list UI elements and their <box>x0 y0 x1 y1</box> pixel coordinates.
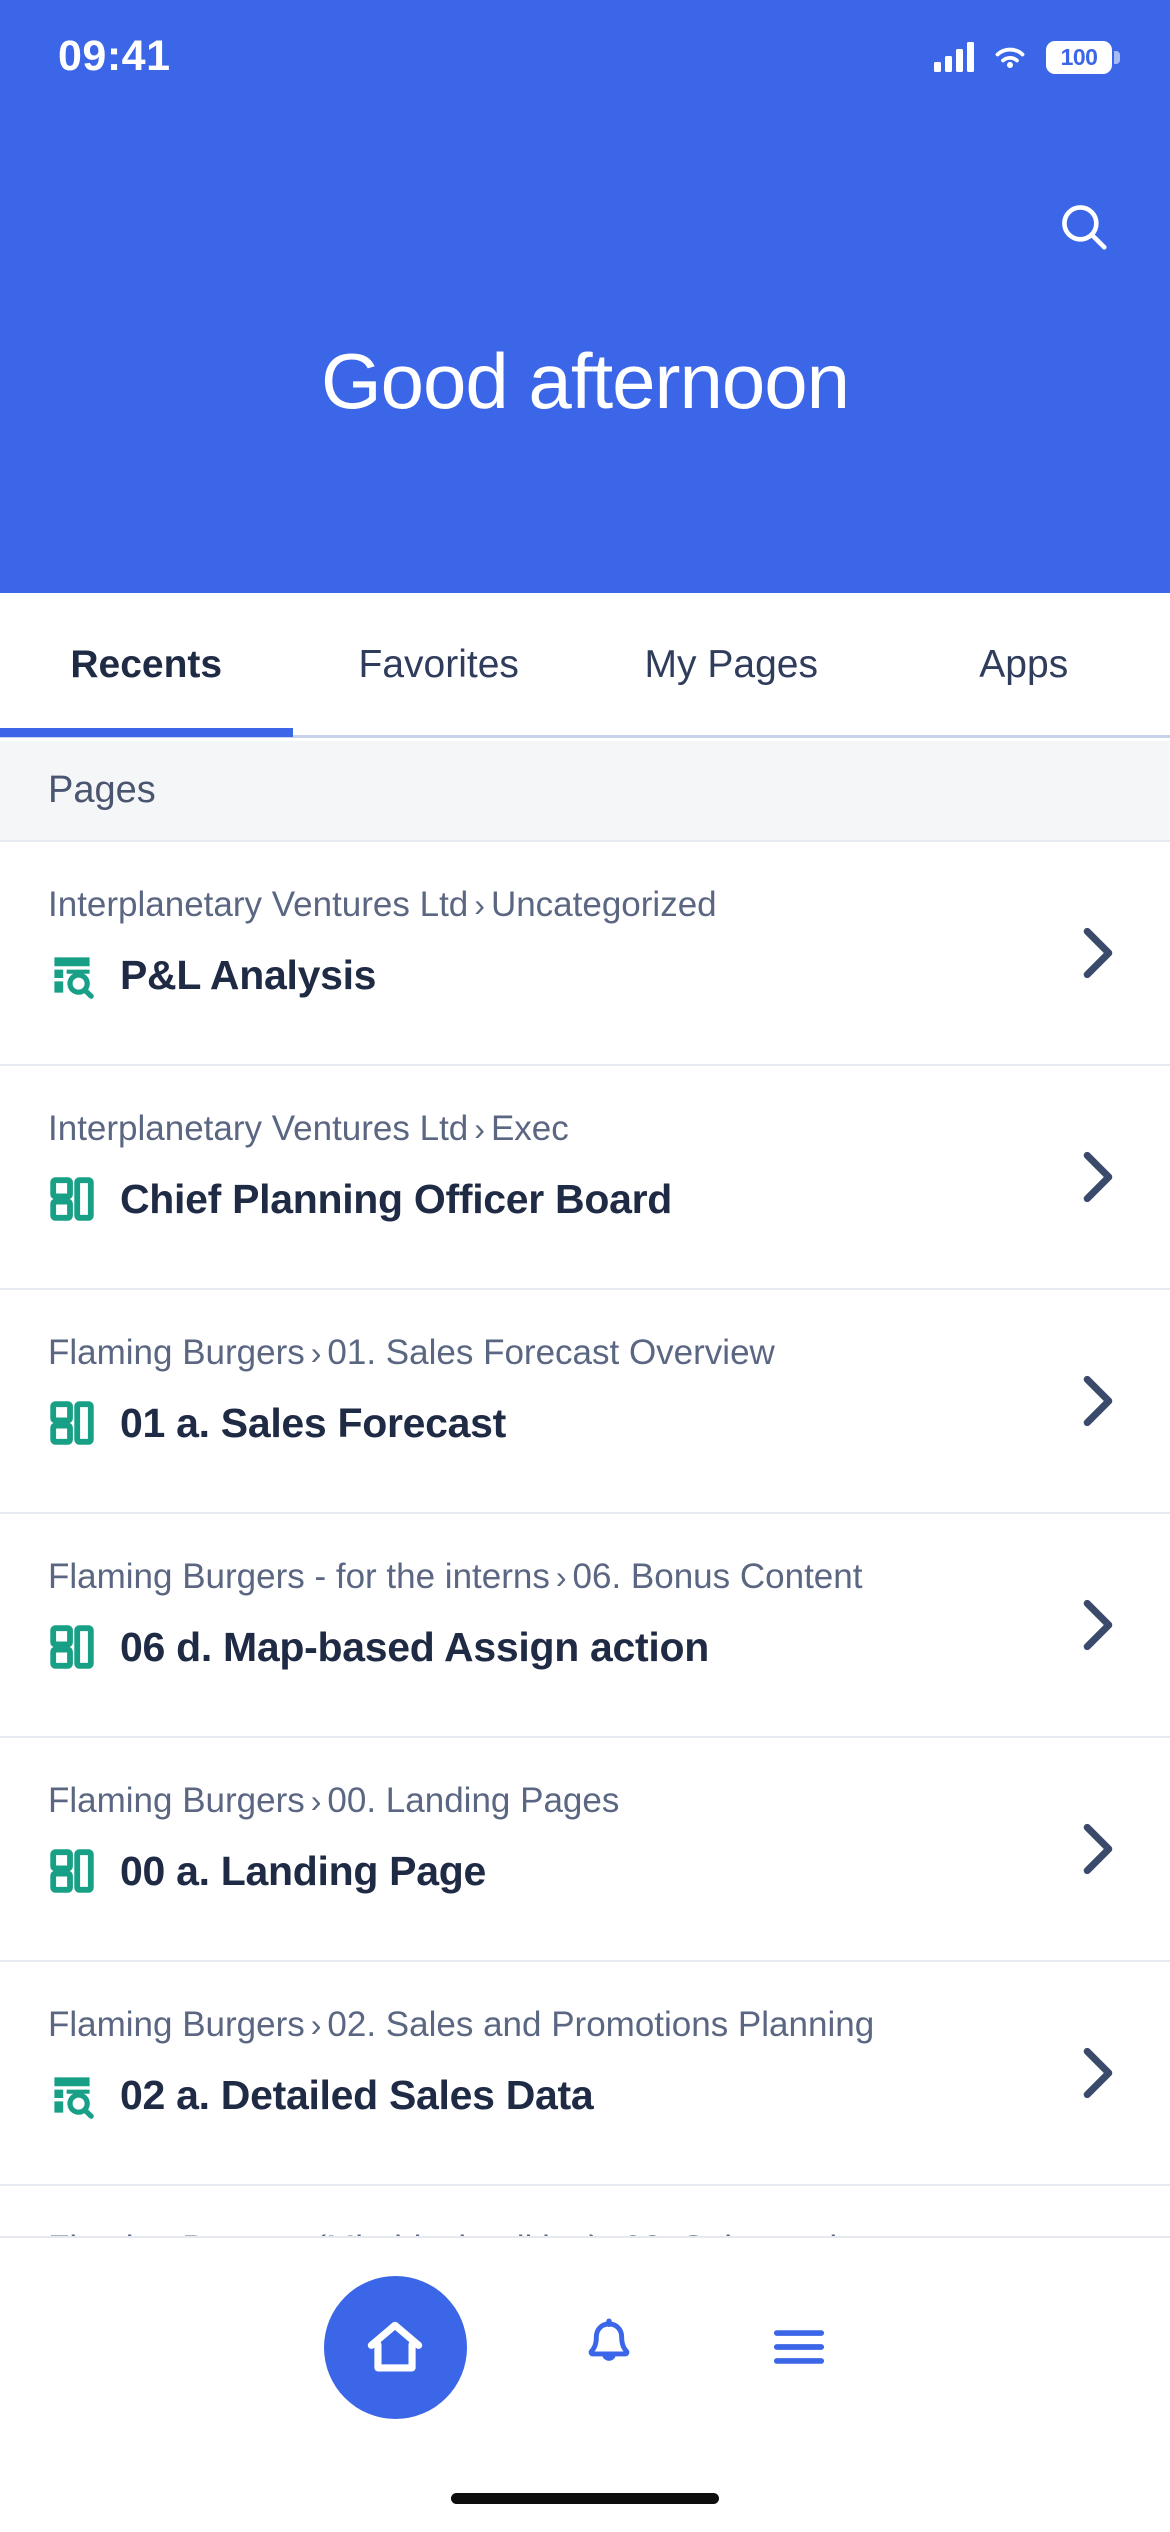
breadcrumb-separator-icon: › <box>474 1111 485 1147</box>
bell-icon <box>588 2318 629 2361</box>
section-header-label: Pages <box>48 769 156 811</box>
status-bar-time: 09:41 <box>58 31 171 80</box>
breadcrumb-child: Exec <box>490 1109 569 1148</box>
chevron-right-icon <box>1083 1375 1113 1427</box>
status-bar-indicators: 100 <box>934 27 1120 74</box>
section-header-pages: Pages <box>0 741 1170 842</box>
dashboard-board-icon <box>50 1177 94 1221</box>
breadcrumb: Flaming Burgers › 00. Landing Pages <box>48 1780 1170 1822</box>
breadcrumb-parent: Flaming Burgers <box>48 2005 305 2044</box>
list-item[interactable]: Flaming Burgers › 02. Sales and Promotions… <box>0 1962 1170 2186</box>
list-item[interactable]: Flaming Burgers › 01. Sales Forecast Overv… <box>0 1290 1170 1514</box>
battery-level: 100 <box>1060 43 1098 70</box>
hamburger-menu-icon <box>773 2330 824 2364</box>
breadcrumb-parent: Flaming Burgers <box>48 1781 305 1820</box>
list-item[interactable]: Interplanetary Ventures Ltd › Exec Chief P… <box>0 1066 1170 1290</box>
list-item-title: P&L Analysis <box>120 951 377 998</box>
app-header: 09:41 100 Good afternoon <box>0 0 1170 593</box>
search-button[interactable] <box>1052 195 1116 259</box>
list-item-title: 00 a. Landing Page <box>120 1847 486 1894</box>
list-item-title: 01 a. Sales Forecast <box>120 1399 507 1446</box>
breadcrumb-child: 00. Landing Pages <box>327 1781 620 1820</box>
dashboard-board-icon <box>50 1849 94 1893</box>
chevron-right-icon <box>1083 1599 1113 1651</box>
breadcrumb-separator-icon: › <box>310 1335 322 1371</box>
cellular-signal-icon <box>934 42 974 72</box>
tab-bar: Recents Favorites My Pages Apps <box>0 593 1170 738</box>
breadcrumb-parent: Interplanetary Ventures Ltd <box>48 1109 469 1148</box>
breadcrumb-separator-icon: › <box>555 1559 567 1595</box>
home-indicator <box>451 2493 719 2504</box>
table-search-icon <box>54 957 94 999</box>
breadcrumb-separator-icon: › <box>310 2007 322 2043</box>
battery-icon: 100 <box>1046 40 1120 74</box>
bottom-navigation-bar <box>0 2236 1170 2532</box>
breadcrumb: Flaming Burgers - for the interns › 06. Bo… <box>48 1556 1170 1598</box>
wifi-icon <box>995 47 1025 68</box>
pages-list[interactable]: Interplanetary Ventures Ltd › Uncategorize… <box>0 842 1170 2236</box>
status-bar: 09:41 100 <box>0 0 1170 100</box>
breadcrumb-child: Uncategorized <box>490 885 717 924</box>
breadcrumb: Interplanetary Ventures Ltd › Exec <box>48 1108 1170 1150</box>
breadcrumb-child: 02. Sales and Promotions Planning <box>327 2005 875 2044</box>
list-item[interactable]: Interplanetary Ventures Ltd › Uncategorize… <box>0 842 1170 1066</box>
breadcrumb-separator-icon: › <box>474 887 485 923</box>
breadcrumb-parent: Flaming Burgers - for the interns <box>48 1557 550 1596</box>
table-search-icon <box>54 2077 94 2119</box>
breadcrumb-parent: Flaming Burgers (Minddeck edition) <box>48 2229 600 2236</box>
breadcrumb: Flaming Burgers › 02. Sales and Promotions… <box>48 2004 1170 2046</box>
dashboard-board-icon <box>50 1625 94 1669</box>
app-screen: 09:41 100 Good afternoon Recents Favorit… <box>0 0 1170 2532</box>
tab-apps[interactable]: Apps <box>878 592 1170 737</box>
search-icon <box>1062 205 1107 250</box>
list-item[interactable]: Flaming Burgers (Minddeck edition)›03. S… <box>0 2186 1170 2236</box>
breadcrumb: Flaming Burgers › 01. Sales Forecast Overv… <box>48 1332 1170 1374</box>
chevron-right-icon <box>1083 2047 1113 2099</box>
home-icon <box>367 2321 423 2372</box>
chevron-right-icon <box>1083 1151 1113 1203</box>
nav-home-button[interactable] <box>323 2275 467 2419</box>
breadcrumb-separator-icon: › <box>310 1783 322 1819</box>
dashboard-board-icon <box>50 1401 94 1445</box>
breadcrumb-child: 06. Bonus Content <box>572 1557 863 1596</box>
page-title: Good afternoon <box>320 337 850 425</box>
list-item[interactable]: Flaming Burgers › 00. Landing Pages 00 a. … <box>0 1738 1170 1962</box>
breadcrumb-parent: Interplanetary Ventures Ltd <box>48 885 469 924</box>
breadcrumb-parent: Flaming Burgers <box>48 1333 305 1372</box>
tab-recents[interactable]: Recents <box>0 592 293 737</box>
list-item-title: Chief Planning Officer Board <box>120 1175 672 1222</box>
tab-my-pages[interactable]: My Pages <box>585 592 878 737</box>
breadcrumb-child: 03. Sales and <box>623 2229 837 2236</box>
breadcrumb-child: 01. Sales Forecast Overview <box>327 1333 775 1372</box>
list-item[interactable]: Flaming Burgers - for the interns › 06. Bo… <box>0 1514 1170 1738</box>
tab-favorites[interactable]: Favorites <box>293 592 586 737</box>
list-item-title: 02 a. Detailed Sales Data <box>120 2071 594 2118</box>
breadcrumb: Flaming Burgers (Minddeck edition)›03. S… <box>48 2228 1170 2236</box>
nav-notifications-button[interactable] <box>561 2299 657 2395</box>
breadcrumb: Interplanetary Ventures Ltd › Uncategorize… <box>48 884 1170 926</box>
nav-menu-button[interactable] <box>751 2299 847 2395</box>
chevron-right-icon <box>1083 927 1113 979</box>
chevron-right-icon <box>1083 1823 1113 1875</box>
list-item-title: 06 d. Map-based Assign action <box>120 1623 709 1670</box>
